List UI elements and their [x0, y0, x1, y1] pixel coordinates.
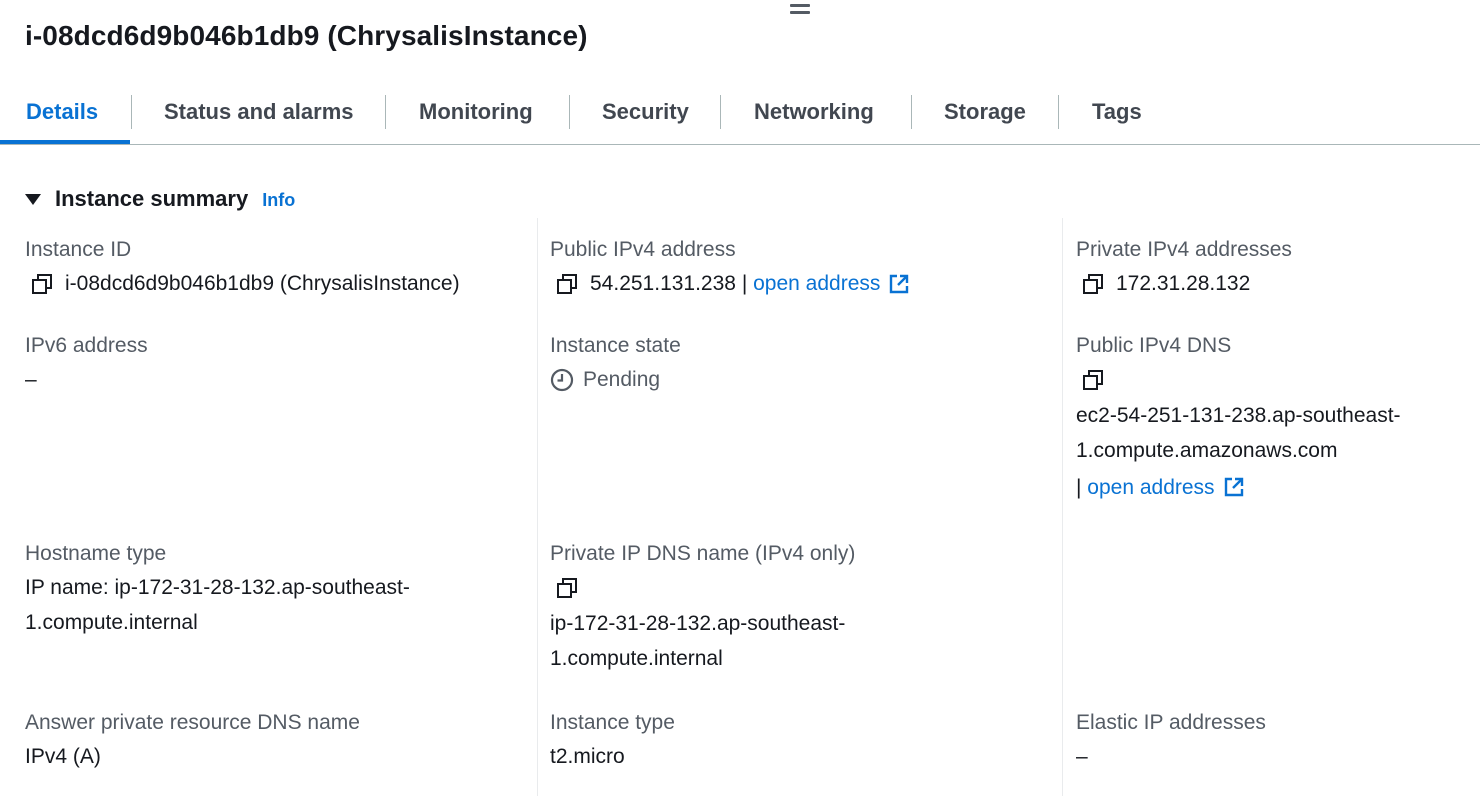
page-title: i-08dcd6d9b046b1db9 (ChrysalisInstance)	[25, 20, 588, 51]
separator: |	[1076, 475, 1088, 499]
instance-summary-header[interactable]: Instance summary Info	[25, 184, 295, 214]
column-divider	[537, 218, 538, 796]
field-instance-id: Instance ID i-08dcd6d9b046b1db9 (Chrysal…	[25, 237, 460, 301]
drag-handle-icon[interactable]	[790, 0, 810, 16]
private-dns-line-1: ip-172-31-28-132.ap-southeast-	[550, 612, 846, 635]
field-label: Answer private resource DNS name	[25, 711, 360, 734]
field-private-dns: Private IP DNS name (IPv4 only) ip-172-3…	[550, 541, 855, 676]
copy-icon[interactable]	[556, 273, 578, 295]
private-ipv4-value: 172.31.28.132	[1116, 271, 1251, 295]
tab-monitoring[interactable]: Monitoring	[419, 82, 533, 142]
copy-icon[interactable]	[1082, 369, 1104, 391]
column-divider	[1062, 218, 1063, 796]
tab-bar: Details Status and alarms Monitoring Sec…	[0, 82, 1480, 145]
caret-down-icon[interactable]	[25, 194, 41, 205]
tab-divider	[720, 95, 721, 129]
tab-divider	[385, 95, 386, 129]
open-address-link[interactable]: open address	[1087, 470, 1214, 505]
field-label: Instance state	[550, 334, 681, 357]
ipv6-value: –	[25, 368, 37, 391]
answer-dns-value: IPv4 (A)	[25, 745, 101, 768]
tab-tags[interactable]: Tags	[1092, 82, 1142, 142]
field-label: IPv6 address	[25, 334, 148, 357]
public-dns-line-1: ec2-54-251-131-238.ap-southeast-	[1076, 404, 1401, 427]
public-dns-line-2: 1.compute.amazonaws.com	[1076, 439, 1338, 462]
clock-icon	[550, 368, 574, 391]
field-instance-type: Instance type t2.micro	[550, 710, 675, 774]
field-elastic-ip: Elastic IP addresses –	[1076, 710, 1266, 774]
separator: |	[735, 271, 754, 295]
field-answer-dns: Answer private resource DNS name IPv4 (A…	[25, 710, 360, 774]
instance-type-value: t2.micro	[550, 745, 625, 768]
section-title: Instance summary	[55, 186, 249, 211]
field-ipv6: IPv6 address –	[25, 333, 148, 397]
field-label: Instance type	[550, 711, 675, 734]
tab-divider	[911, 95, 912, 129]
tab-status-and-alarms[interactable]: Status and alarms	[164, 82, 354, 142]
field-label: Hostname type	[25, 542, 167, 565]
public-ipv4-value: 54.251.131.238	[590, 271, 736, 295]
field-label: Instance ID	[25, 238, 132, 261]
hostname-type-line-1: IP name: ip-172-31-28-132.ap-southeast-	[25, 576, 410, 599]
hostname-type-line-2: 1.compute.internal	[25, 611, 198, 634]
copy-icon[interactable]	[556, 577, 578, 599]
field-label: Private IP DNS name (IPv4 only)	[550, 542, 856, 565]
field-hostname-type: Hostname type IP name: ip-172-31-28-132.…	[25, 541, 410, 640]
external-link-icon[interactable]	[888, 273, 910, 295]
external-link-icon[interactable]	[1223, 476, 1245, 498]
elastic-ip-value: –	[1076, 745, 1088, 768]
field-label: Public IPv4 DNS	[1076, 334, 1232, 357]
open-address-link[interactable]: open address	[753, 272, 880, 296]
field-label: Public IPv4 address	[550, 238, 736, 261]
field-instance-state: Instance state Pending	[550, 333, 681, 397]
info-link[interactable]: Info	[262, 190, 295, 211]
active-tab-indicator	[0, 140, 130, 144]
field-label: Private IPv4 addresses	[1076, 238, 1292, 261]
field-label: Elastic IP addresses	[1076, 711, 1266, 734]
field-public-ipv4: Public IPv4 address 54.251.131.238 | ope…	[550, 237, 910, 301]
tab-divider	[569, 95, 570, 129]
tab-divider	[1058, 95, 1059, 129]
field-public-dns: Public IPv4 DNS ec2-54-251-131-238.ap-so…	[1076, 333, 1401, 506]
copy-icon[interactable]	[1082, 273, 1104, 295]
tab-storage[interactable]: Storage	[944, 82, 1026, 142]
instance-state-value: Pending	[583, 367, 661, 391]
tab-details[interactable]: Details	[26, 82, 98, 142]
copy-icon[interactable]	[31, 273, 53, 295]
tab-security[interactable]: Security	[602, 82, 689, 142]
field-private-ipv4: Private IPv4 addresses 172.31.28.132	[1076, 237, 1292, 301]
tab-networking[interactable]: Networking	[754, 82, 874, 142]
instance-id-value: i-08dcd6d9b046b1db9 (ChrysalisInstance)	[65, 271, 460, 295]
tab-divider	[131, 95, 132, 129]
private-dns-line-2: 1.compute.internal	[550, 647, 723, 670]
